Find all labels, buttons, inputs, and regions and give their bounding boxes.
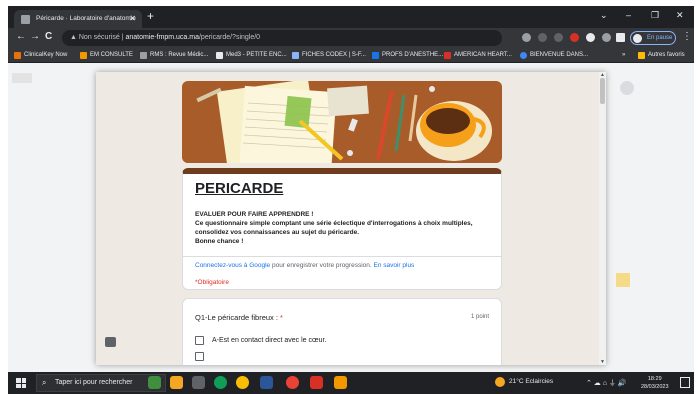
bookmark-item[interactable]: PROFS D'ANESTHE... xyxy=(372,50,443,61)
form-scroll-area[interactable]: PERICARDE EVALUER POUR FAIRE APPRENDRE !… xyxy=(96,72,599,365)
form-header-card: PERICARDE EVALUER POUR FAIRE APPRENDRE !… xyxy=(182,168,502,290)
bookmark-item[interactable]: EM CONSULTE xyxy=(80,50,133,61)
bookmark-icon xyxy=(372,52,379,59)
forward-button[interactable]: → xyxy=(30,31,40,42)
bookmark-star-icon[interactable] xyxy=(554,33,563,42)
other-bookmarks[interactable]: Autres favoris xyxy=(638,50,685,61)
signin-link[interactable]: Connectez-vous à Google xyxy=(195,262,270,269)
background-toolbar xyxy=(12,73,32,83)
system-tray[interactable]: ⌃ ☁ ⌂ ⏚ 🔊 xyxy=(586,378,627,388)
search-icon: ⌕ xyxy=(42,378,47,387)
sun-icon xyxy=(495,377,505,387)
background-side-icon xyxy=(620,81,634,95)
windows-taskbar: ⌕ Taper ici pour rechercher 21°C Eclairc… xyxy=(8,372,694,394)
reading-list-icon[interactable] xyxy=(602,33,611,42)
chrome-active-icon[interactable] xyxy=(286,376,299,389)
reload-button[interactable]: C xyxy=(45,31,52,42)
bookmark-item[interactable]: FICHES CODEX | S-F... xyxy=(292,50,366,61)
word-icon[interactable] xyxy=(260,376,273,389)
folder-icon[interactable] xyxy=(334,376,347,389)
background-ad-icon xyxy=(616,273,630,287)
required-asterisk: * xyxy=(277,313,283,322)
menu-icon[interactable]: ⋮ xyxy=(682,31,692,42)
question-points: 1 point xyxy=(470,314,489,320)
required-note: *Obligatoire xyxy=(195,279,229,286)
scroll-down-icon[interactable]: ▼ xyxy=(600,359,605,365)
bookmark-icon xyxy=(140,52,147,59)
security-warning: Non sécurisé xyxy=(78,34,120,41)
profile-label: En pause xyxy=(647,35,673,41)
bookmark-item[interactable]: RMS : Revue Médic... xyxy=(140,50,208,61)
address-toolbar: ← → C ▲ Non sécurisé | anatomie-fmpm.uca… xyxy=(8,28,694,48)
desk-illustration-icon xyxy=(182,81,502,163)
answer-option[interactable] xyxy=(195,351,212,362)
form-title: PERICARDE xyxy=(195,180,284,197)
form-description: EVALUER POUR FAIRE APPRENDRE ! Ce questi… xyxy=(195,211,473,245)
bookmark-item[interactable]: Med3 - PETITE ENC... xyxy=(216,50,287,61)
browser-window: Péricarde · Laboratoire d'anatomie ✕ + ⌄… xyxy=(8,6,694,394)
tab-title: Péricarde · Laboratoire d'anatomie xyxy=(36,15,136,22)
form-dialog: PERICARDE EVALUER POUR FAIRE APPRENDRE !… xyxy=(96,72,606,365)
form-favicon-icon xyxy=(21,15,30,24)
puzzle-icon[interactable] xyxy=(586,33,595,42)
windows-start-icon[interactable] xyxy=(16,378,26,388)
notification-icon[interactable] xyxy=(680,377,690,388)
header-image xyxy=(182,81,502,163)
weather-widget-icon[interactable] xyxy=(148,376,161,389)
share-icon[interactable] xyxy=(538,33,547,42)
taskbar-clock[interactable]: 18:29 28/03/2023 xyxy=(641,375,669,391)
scrollbar[interactable]: ▲ ▼ xyxy=(599,72,606,365)
tab-search-icon[interactable]: ⌄ xyxy=(600,10,608,21)
minimize-button[interactable]: – xyxy=(626,10,631,20)
tab-pericarde[interactable]: Péricarde · Laboratoire d'anatomie ✕ xyxy=(14,10,142,28)
bookmark-icon xyxy=(216,52,223,59)
url-host: anatomie-fmpm.uca.ma xyxy=(125,34,199,41)
bookmark-item[interactable]: BIENVENUE DANS... xyxy=(520,50,588,61)
divider xyxy=(183,256,501,257)
folder-icon xyxy=(638,52,645,59)
bookmarks-overflow-button[interactable]: » xyxy=(622,50,625,61)
file-explorer-icon[interactable] xyxy=(170,376,183,389)
profile-button[interactable]: En pause xyxy=(630,31,676,45)
bookmark-icon xyxy=(520,52,527,59)
bookmarks-bar: ClinicalKey Now EM CONSULTE RMS : Revue … xyxy=(8,48,694,63)
bookmark-item[interactable]: AMERICAN HEART... xyxy=(444,50,512,61)
back-button[interactable]: ← xyxy=(16,31,26,42)
new-tab-button[interactable]: + xyxy=(147,9,154,23)
sidepanel-icon[interactable] xyxy=(616,33,625,42)
weather-status[interactable]: 21°C Eclaircies xyxy=(495,377,553,387)
checkbox[interactable] xyxy=(195,352,204,361)
feedback-icon[interactable] xyxy=(105,337,116,347)
page-viewport: PERICARDE EVALUER POUR FAIRE APPRENDRE !… xyxy=(8,63,694,372)
chrome-icon[interactable] xyxy=(236,376,249,389)
scrollbar-thumb[interactable] xyxy=(600,78,605,104)
bookmark-icon xyxy=(80,52,87,59)
close-window-button[interactable]: ✕ xyxy=(676,10,684,21)
bookmark-item[interactable]: ClinicalKey Now xyxy=(14,50,67,61)
taskbar-search-input[interactable]: ⌕ Taper ici pour rechercher xyxy=(36,374,166,392)
bookmark-icon xyxy=(14,52,21,59)
tab-bar: Péricarde · Laboratoire d'anatomie ✕ + ⌄… xyxy=(8,6,694,28)
maximize-button[interactable]: ❐ xyxy=(651,10,659,21)
tab-close-icon[interactable]: ✕ xyxy=(129,10,136,28)
extension-icon[interactable] xyxy=(522,33,531,42)
bookmark-icon xyxy=(444,52,451,59)
warning-icon: ▲ xyxy=(70,34,79,41)
question-card: Q1-Le péricarde fibreux : * 1 point A-Es… xyxy=(182,298,502,365)
answer-option[interactable]: A-Est en contact direct avec le cœur. xyxy=(195,335,326,346)
checkbox[interactable] xyxy=(195,336,204,345)
adblock-icon[interactable] xyxy=(570,33,579,42)
edge-browser-icon[interactable] xyxy=(214,376,227,389)
signin-notice: Connectez-vous à Google pour enregistrer… xyxy=(195,262,415,269)
acrobat-icon[interactable] xyxy=(310,376,323,389)
task-view-icon[interactable] xyxy=(192,376,205,389)
question-title: Q1-Le péricarde fibreux : * xyxy=(195,313,283,322)
address-bar[interactable]: ▲ Non sécurisé | anatomie-fmpm.uca.ma/pe… xyxy=(62,30,502,46)
avatar xyxy=(633,34,642,43)
url-path: /pericarde/?single/0 xyxy=(198,34,261,41)
learn-more-link[interactable]: En savoir plus xyxy=(373,262,414,269)
bookmark-icon xyxy=(292,52,299,59)
